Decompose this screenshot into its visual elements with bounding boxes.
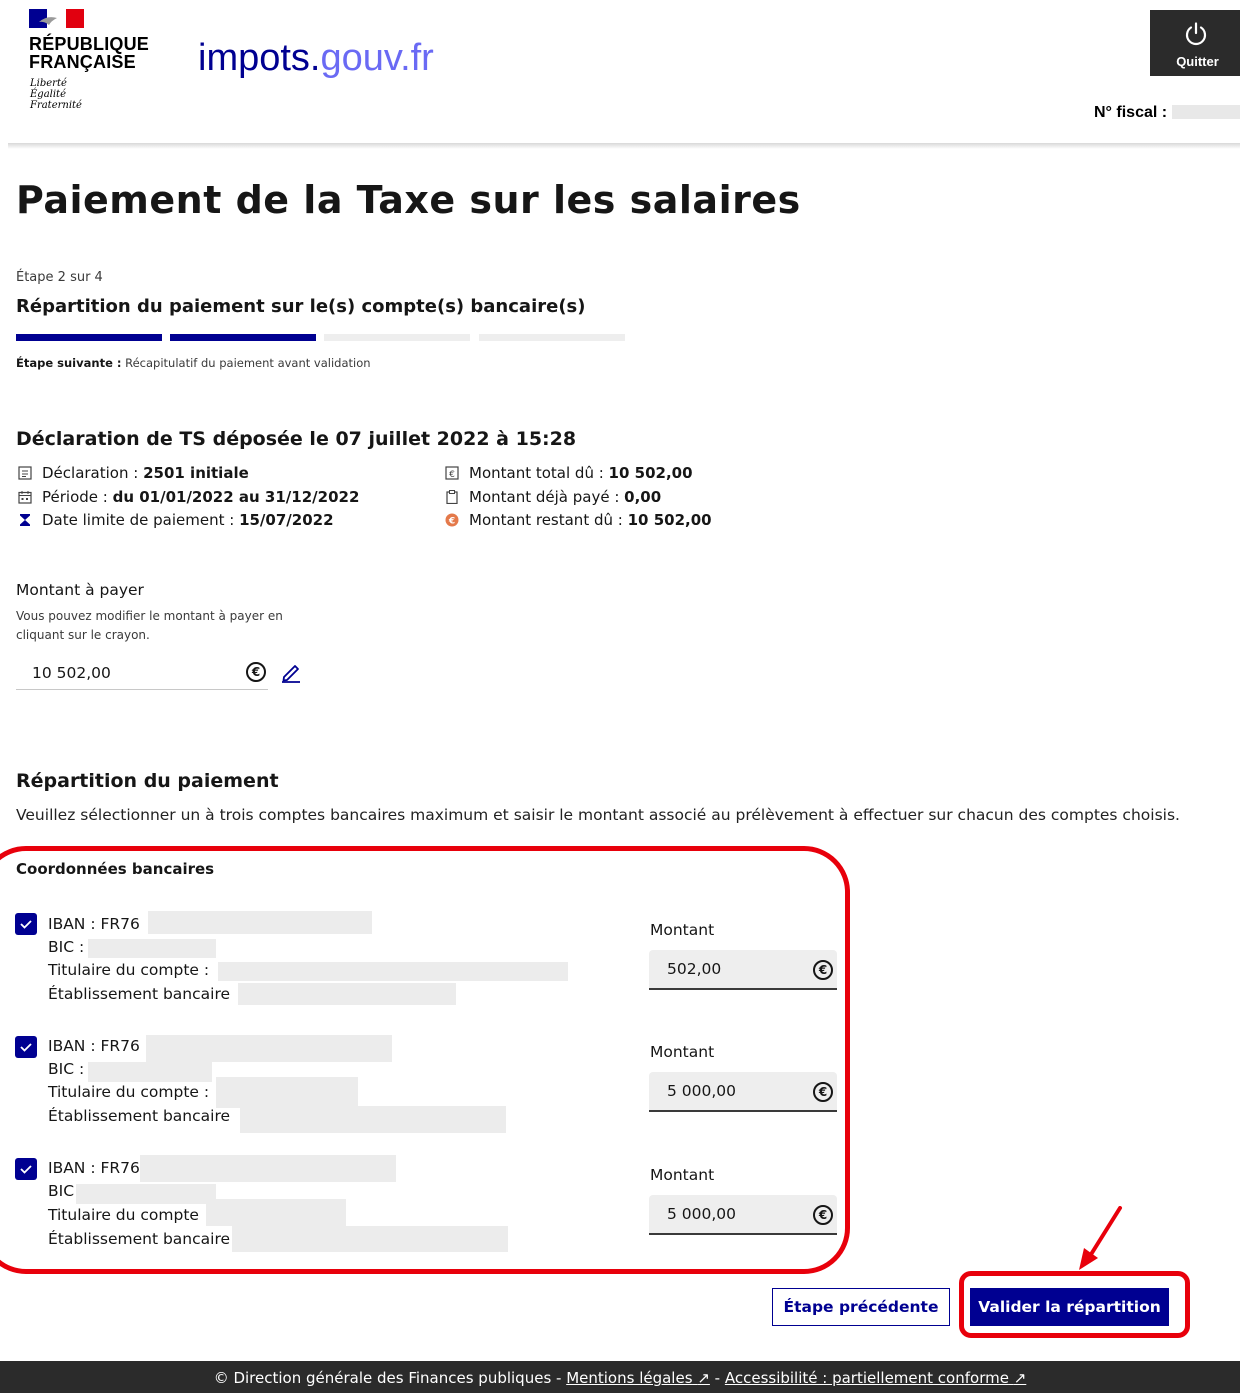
redacted-iban bbox=[148, 911, 372, 934]
account-1-holder: Titulaire du compte : bbox=[48, 961, 210, 979]
site-header: RÉPUBLIQUE FRANÇAISE Liberté Égalité Fra… bbox=[0, 0, 1240, 145]
account-3-amount-input[interactable]: 5 000,00 € bbox=[649, 1195, 837, 1235]
power-icon bbox=[1185, 22, 1207, 46]
edit-pencil-icon[interactable] bbox=[280, 661, 302, 683]
check-icon bbox=[20, 920, 32, 929]
stepper-segment-3 bbox=[324, 334, 470, 341]
header-divider bbox=[8, 143, 1240, 149]
check-icon bbox=[20, 1165, 32, 1174]
svg-text:€: € bbox=[449, 470, 455, 480]
account-1-bank: Établissement bancaire bbox=[48, 985, 231, 1003]
accessibility-link[interactable]: Accessibilité : partiellement conforme ↗ bbox=[725, 1369, 1026, 1387]
step-title: Répartition du paiement sur le(s) compte… bbox=[16, 296, 586, 317]
redacted-bic bbox=[88, 939, 216, 958]
redacted-iban bbox=[146, 1035, 392, 1062]
euro-note-icon: € bbox=[445, 466, 459, 480]
euro-icon: € bbox=[813, 1205, 833, 1225]
account-2-iban: IBAN : FR76 bbox=[48, 1037, 140, 1055]
bank-details-title: Coordonnées bancaires bbox=[16, 860, 215, 878]
next-step-info: Étape suivante : Récapitulatif du paieme… bbox=[16, 356, 371, 370]
account-3-bank: Établissement bancaire bbox=[48, 1230, 231, 1248]
stepper-segment-4 bbox=[479, 334, 625, 341]
redacted-bic bbox=[76, 1184, 216, 1204]
site-footer: © Direction générale des Finances publiq… bbox=[0, 1361, 1240, 1393]
declaration-period: Période : du 01/01/2022 au 31/12/2022 bbox=[18, 487, 359, 507]
account-2-bank: Établissement bancaire bbox=[48, 1107, 231, 1125]
account-3-amount-label: Montant bbox=[650, 1166, 715, 1184]
account-3-checkbox[interactable] bbox=[15, 1158, 37, 1180]
account-1-amount-input[interactable]: 502,00 € bbox=[649, 950, 837, 990]
hourglass-icon bbox=[20, 514, 30, 526]
redacted-bank bbox=[238, 983, 456, 1005]
site-name-link[interactable]: impots.gouv.fr bbox=[198, 36, 434, 80]
remaining-amount-due: € Montant restant dû : 10 502,00 bbox=[445, 510, 712, 530]
validate-repartition-button[interactable]: Valider la répartition bbox=[970, 1288, 1169, 1326]
account-3-holder: Titulaire du compte bbox=[48, 1206, 199, 1224]
svg-text:€: € bbox=[448, 517, 455, 527]
account-1-checkbox[interactable] bbox=[15, 913, 37, 935]
account-1-iban: IBAN : FR76 bbox=[48, 915, 140, 933]
account-3-bic: BIC bbox=[48, 1182, 75, 1200]
redacted-bank bbox=[232, 1226, 508, 1252]
amount-to-pay-hint: Vous pouvez modifier le montant à payer … bbox=[16, 609, 283, 642]
fiscal-number: N° fiscal : bbox=[1094, 104, 1240, 122]
account-1-bic: BIC : bbox=[48, 938, 85, 956]
amount-to-pay-field: 10 502,00 € bbox=[16, 655, 268, 690]
legal-notice-link[interactable]: Mentions légales ↗ bbox=[566, 1369, 710, 1387]
document-icon bbox=[18, 466, 32, 480]
republic-name: RÉPUBLIQUE FRANÇAISE bbox=[29, 34, 150, 72]
marianne-logo-icon bbox=[29, 9, 84, 28]
euro-icon: € bbox=[246, 662, 266, 682]
repartition-title: Répartition du paiement bbox=[16, 770, 279, 792]
declaration-type: Déclaration : 2501 initiale bbox=[18, 463, 249, 483]
redacted-iban bbox=[140, 1155, 396, 1182]
external-link-icon: ↗ bbox=[1013, 1369, 1027, 1387]
stepper-segment-1 bbox=[16, 334, 162, 341]
quit-button[interactable]: Quitter bbox=[1150, 10, 1240, 76]
declaration-title: Déclaration de TS déposée le 07 juillet … bbox=[16, 428, 577, 450]
account-2-amount-label: Montant bbox=[650, 1043, 715, 1061]
account-2-checkbox[interactable] bbox=[15, 1036, 37, 1058]
payment-deadline: Date limite de paiement : 15/07/2022 bbox=[18, 510, 334, 530]
account-1-amount-label: Montant bbox=[650, 921, 715, 939]
external-link-icon: ↗ bbox=[697, 1369, 710, 1387]
account-2-bic: BIC : bbox=[48, 1060, 85, 1078]
previous-step-button[interactable]: Étape précédente bbox=[772, 1288, 950, 1326]
euro-icon: € bbox=[813, 1082, 833, 1102]
clipboard-icon bbox=[446, 490, 458, 504]
stepper-segment-2 bbox=[170, 334, 316, 341]
redacted-bic bbox=[88, 1062, 212, 1082]
account-3-iban: IBAN : FR76 bbox=[48, 1159, 140, 1177]
redacted-holder bbox=[218, 962, 568, 981]
euro-coin-icon: € bbox=[445, 513, 459, 527]
footer-text: © Direction générale des Finances publiq… bbox=[213, 1369, 1027, 1387]
calendar-icon bbox=[18, 491, 32, 504]
account-2-holder: Titulaire du compte : bbox=[48, 1083, 210, 1101]
red-arrow-annotation-icon bbox=[1079, 1206, 1122, 1270]
redacted-holder bbox=[206, 1199, 346, 1226]
account-2-amount-input[interactable]: 5 000,00 € bbox=[649, 1072, 837, 1112]
step-counter: Étape 2 sur 4 bbox=[16, 270, 103, 285]
euro-icon: € bbox=[813, 960, 833, 980]
fiscal-number-redacted bbox=[1171, 105, 1240, 119]
page-title: Paiement de la Taxe sur les salaires bbox=[16, 178, 801, 222]
redacted-bank bbox=[240, 1106, 506, 1133]
check-icon bbox=[20, 1043, 32, 1052]
total-amount-due: € Montant total dû : 10 502,00 bbox=[445, 463, 693, 483]
amount-already-paid: Montant déjà payé : 0,00 bbox=[445, 487, 661, 507]
amount-to-pay-label: Montant à payer bbox=[16, 581, 144, 599]
republic-motto: Liberté Égalité Fraternité bbox=[30, 78, 82, 111]
redacted-holder bbox=[216, 1077, 358, 1108]
repartition-description: Veuillez sélectionner un à trois comptes… bbox=[16, 806, 1180, 824]
amount-to-pay-value: 10 502,00 bbox=[32, 664, 111, 682]
